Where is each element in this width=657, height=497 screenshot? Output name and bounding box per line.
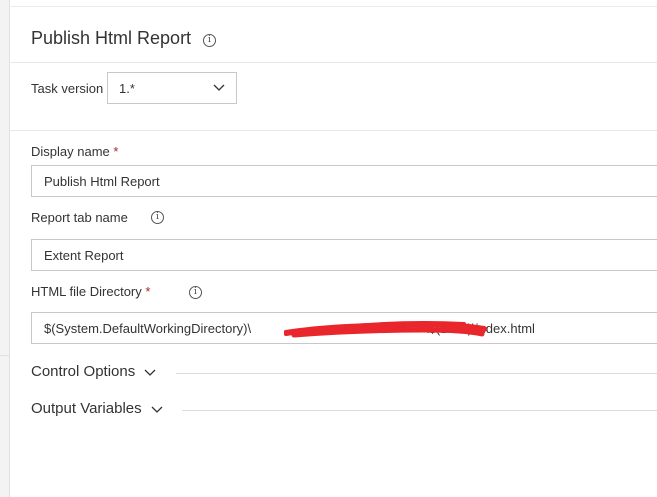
chevron-down-icon [151,406,163,413]
left-strip-divider [0,355,9,356]
display-name-input[interactable]: Publish Html Report [31,165,657,197]
report-tab-name-value: Extent Report [44,248,124,263]
chevron-down-icon [213,84,225,91]
display-name-label: Display name * [31,144,118,159]
html-file-directory-label: HTML file Directory * [31,284,150,299]
task-version-value: 1.* [119,81,135,96]
display-name-label-text: Display name [31,144,110,159]
section-rule [182,410,657,411]
info-icon[interactable]: i [151,211,164,224]
output-variables-label: Output Variables [31,400,142,417]
path-prefix: $(System.DefaultWorkingDirectory)\ [44,321,252,336]
html-file-directory-input[interactable]: $(System.DefaultWorkingDirectory)\ \$(Dat… [31,312,657,344]
html-file-directory-label-text: HTML file Directory [31,284,142,299]
report-tab-name-label: Report tab name [31,210,128,225]
required-marker: * [113,144,119,159]
info-icon[interactable]: i [189,286,202,299]
control-options-label: Control Options [31,363,136,380]
report-tab-name-input[interactable]: Extent Report [31,239,657,271]
required-marker: * [145,284,151,299]
title-divider [9,62,657,63]
chevron-down-icon [144,369,156,376]
output-variables-toggle[interactable]: Output Variables [31,400,164,417]
task-version-select[interactable]: 1.* [107,72,237,104]
section-rule [176,373,657,374]
task-version-label: Task version [31,81,104,96]
page-title: Publish Html Report [31,28,192,48]
top-divider [9,6,657,7]
left-panel-strip [0,0,10,497]
redaction-mark [284,321,487,338]
display-name-value: Publish Html Report [44,174,160,189]
control-options-toggle[interactable]: Control Options [31,363,157,380]
section-divider [9,130,657,131]
info-icon[interactable]: i [203,34,216,47]
